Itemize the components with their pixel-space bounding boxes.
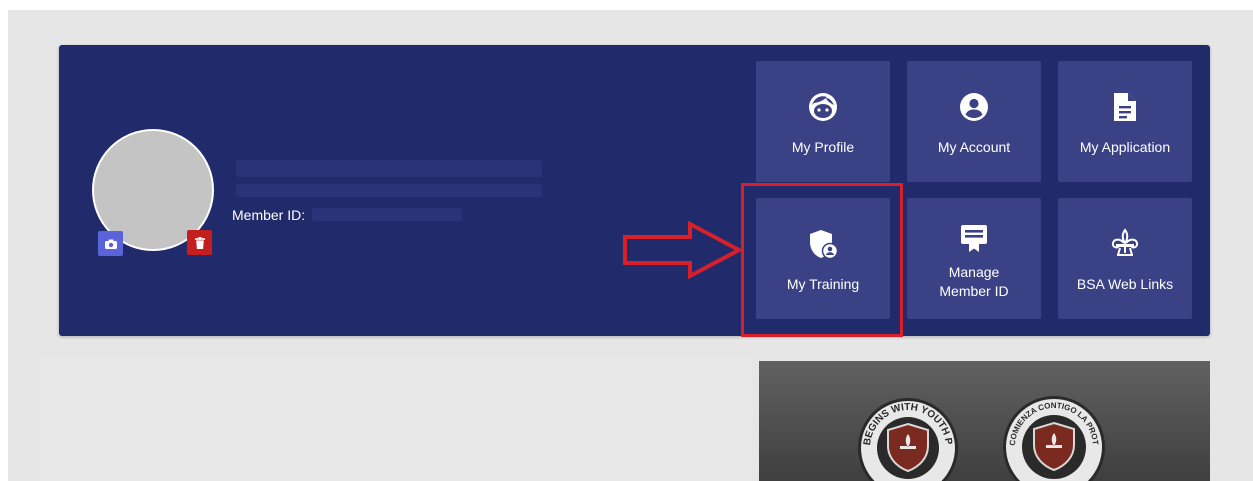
tile-bsa-web-links[interactable]: BSA Web Links [1058, 198, 1192, 319]
upload-photo-button[interactable] [98, 231, 123, 256]
camera-icon [104, 239, 117, 249]
tile-manage-member-id[interactable]: Manage Member ID [907, 198, 1041, 319]
member-id-label: Member ID: [232, 207, 306, 223]
tile-label: BSA Web Links [1076, 276, 1174, 292]
fleur-de-lis-icon [1108, 227, 1142, 261]
face-icon [806, 90, 840, 124]
redacted-name-2 [236, 184, 542, 197]
id-card-icon [957, 221, 991, 255]
proteccion-badge-icon: COMIENZA CONTIGO LA PROTECCIÓN DE MENORE… [1001, 394, 1105, 481]
tile-label: Manage Member ID [939, 263, 1009, 299]
redacted-name [236, 160, 542, 177]
redacted-member-id [312, 208, 462, 221]
content-panel [40, 358, 750, 481]
tile-label: My Account [937, 139, 1011, 155]
youth-protection-badge-icon: BEGINS WITH YOUTH PROTECTION [856, 396, 958, 481]
trash-icon [194, 236, 205, 249]
delete-photo-button[interactable] [187, 230, 212, 255]
tile-my-profile[interactable]: My Profile [756, 61, 890, 182]
tile-label: My Profile [791, 139, 855, 155]
arrow-icon [623, 221, 742, 279]
tile-label: My Application [1079, 139, 1171, 155]
tile-my-account[interactable]: My Account [907, 61, 1041, 182]
account-circle-icon [957, 90, 991, 124]
highlight-box [741, 183, 903, 337]
youth-protection-banner[interactable]: BEGINS WITH YOUTH PROTECTION COMIENZA CO… [759, 361, 1210, 481]
document-icon [1108, 90, 1142, 124]
tile-my-application[interactable]: My Application [1058, 61, 1192, 182]
